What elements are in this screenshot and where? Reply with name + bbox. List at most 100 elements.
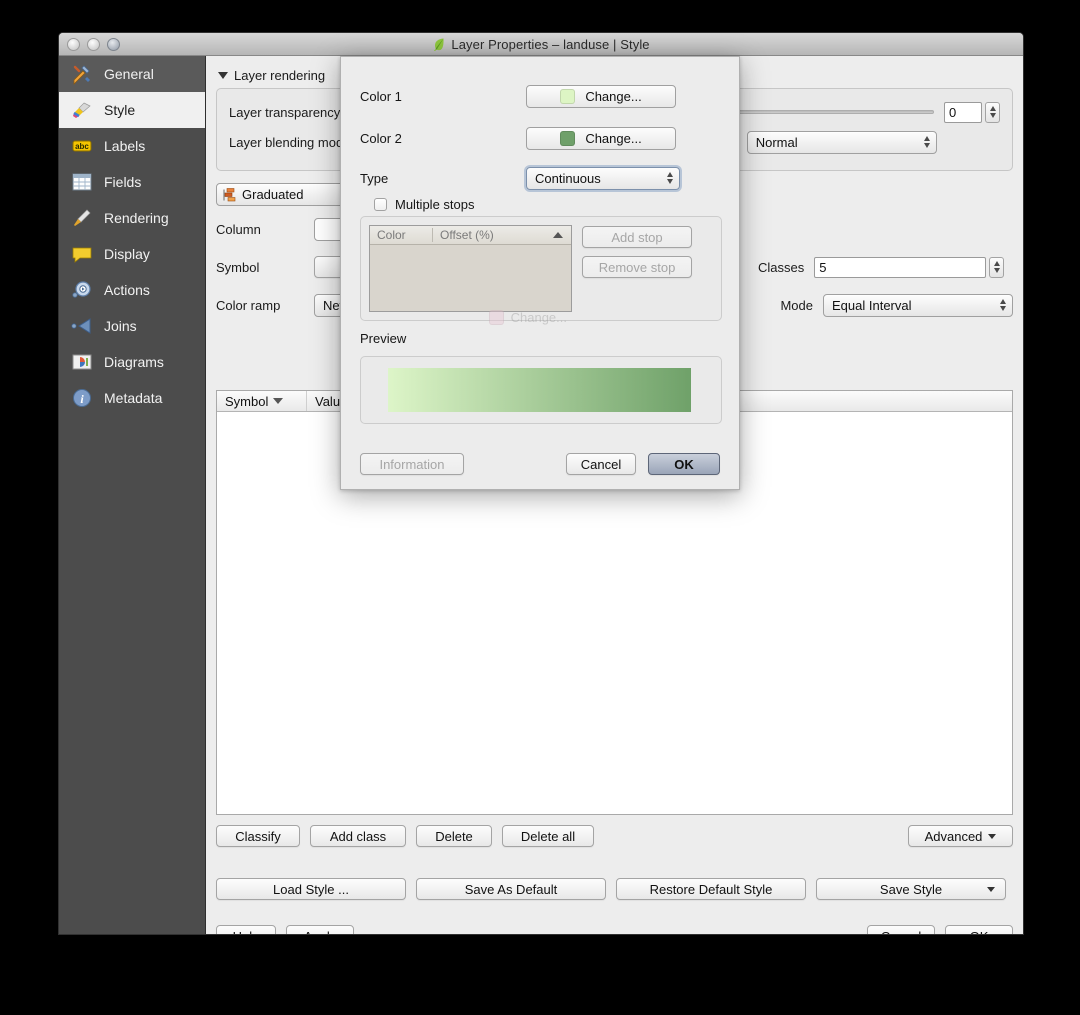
gradient-type-select[interactable]: Continuous — [526, 166, 680, 190]
delete-button[interactable]: Delete — [416, 825, 492, 847]
chevron-down-icon[interactable] — [989, 113, 996, 118]
multiple-stops-checkbox[interactable] — [374, 198, 387, 211]
gradient-preview-strip — [388, 368, 691, 412]
stops-table[interactable]: Color Offset (%) Change... — [369, 225, 572, 325]
type-label: Type — [360, 170, 389, 186]
color2-label: Color 2 — [360, 130, 402, 146]
sidebar-item-metadata[interactable]: i Metadata — [59, 380, 205, 416]
save-style-button[interactable]: Save Style — [816, 878, 1006, 900]
style-actions-row: Load Style ... Save As Default Restore D… — [216, 878, 1013, 900]
apply-button[interactable]: Apply — [286, 925, 354, 934]
dialog-cancel-button[interactable]: Cancel — [566, 453, 636, 475]
mode-label: Mode — [780, 297, 813, 313]
stops-table-header[interactable]: Color Offset (%) — [370, 226, 571, 245]
color2-swatch — [560, 130, 576, 146]
chart-icon — [72, 354, 92, 370]
window-controls[interactable] — [67, 38, 120, 51]
chevron-updown-icon — [923, 136, 930, 148]
sidebar-item-label: Actions — [104, 282, 150, 298]
color1-button-label: Change... — [585, 88, 642, 104]
stop-color-swatch — [488, 310, 504, 325]
sort-ascending-icon — [553, 232, 563, 238]
graduated-icon — [223, 187, 236, 201]
sidebar-item-actions[interactable]: Actions — [59, 272, 205, 308]
mode-value: Equal Interval — [832, 297, 912, 313]
remove-stop-button[interactable]: Remove stop — [582, 256, 692, 278]
classify-button[interactable]: Classify — [216, 825, 300, 847]
chevron-up-icon — [923, 136, 930, 141]
sidebar-item-display[interactable]: Display — [59, 236, 205, 272]
mode-select[interactable]: Equal Interval — [823, 293, 1013, 317]
chevron-down-icon — [1000, 306, 1006, 311]
ok-button[interactable]: OK — [945, 925, 1013, 934]
sidebar-item-fields[interactable]: Fields — [59, 164, 205, 200]
chevron-up-icon — [1000, 299, 1006, 304]
classes-input[interactable] — [814, 256, 987, 278]
stop-change-button: Change... — [488, 310, 567, 325]
advanced-label: Advanced — [924, 828, 983, 844]
sidebar-item-label: Fields — [104, 174, 142, 190]
broom-icon — [74, 209, 91, 226]
window-titlebar[interactable]: Layer Properties – landuse | Style — [59, 33, 1023, 56]
restore-default-style-button[interactable]: Restore Default Style — [616, 878, 806, 900]
sidebar-item-labels[interactable]: abc Labels — [59, 128, 205, 164]
sidebar-item-label: Joins — [104, 318, 137, 334]
svg-text:abc: abc — [75, 142, 89, 151]
stepper-arrows[interactable] — [989, 256, 1005, 278]
color1-label: Color 1 — [360, 88, 402, 104]
chevron-up-icon[interactable] — [989, 106, 996, 111]
add-class-button[interactable]: Add class — [310, 825, 406, 847]
chevron-up-icon[interactable] — [993, 261, 1000, 266]
settings-sidebar[interactable]: General Style abc Labels Fields Renderin… — [59, 56, 206, 934]
help-button[interactable]: Help — [216, 925, 276, 934]
advanced-button[interactable]: Advanced — [908, 825, 1013, 847]
gradient-type-value: Continuous — [535, 170, 601, 186]
sidebar-item-rendering[interactable]: Rendering — [59, 200, 205, 236]
sidebar-item-diagrams[interactable]: Diagrams — [59, 344, 205, 380]
transparency-input[interactable] — [944, 101, 982, 123]
color1-change-button[interactable]: Change... — [526, 84, 676, 108]
sidebar-item-label: Metadata — [104, 390, 163, 406]
sidebar-item-general[interactable]: General — [59, 56, 205, 92]
transparency-stepper[interactable] — [944, 101, 1000, 123]
stop-change-label: Change... — [510, 310, 567, 325]
load-style-button[interactable]: Load Style ... — [216, 878, 406, 900]
chevron-updown-icon — [667, 172, 673, 184]
close-button[interactable] — [67, 38, 80, 51]
chevron-down-icon — [923, 143, 930, 148]
table-icon — [72, 173, 92, 191]
feature-blending-value: Normal — [755, 134, 798, 150]
gradient-preview-group — [360, 356, 722, 424]
save-as-default-button[interactable]: Save As Default — [416, 878, 606, 900]
color1-swatch — [560, 88, 576, 104]
sidebar-item-label: Diagrams — [104, 354, 164, 370]
stops-table-body[interactable]: Change... — [370, 245, 571, 329]
zoom-button[interactable] — [107, 38, 120, 51]
column-header-label: Symbol — [225, 393, 269, 409]
sidebar-item-label: General — [104, 66, 154, 82]
stops-column-color: Color — [377, 228, 406, 242]
sidebar-item-joins[interactable]: Joins — [59, 308, 205, 344]
sort-descending-icon — [273, 398, 284, 404]
delete-all-button[interactable]: Delete all — [502, 825, 594, 847]
dialog-ok-button[interactable]: OK — [648, 453, 720, 475]
speech-bubble-icon — [72, 247, 92, 263]
preview-label: Preview — [360, 331, 407, 346]
cancel-button[interactable]: Cancel — [867, 925, 935, 934]
multiple-stops-row[interactable]: Multiple stops — [341, 197, 739, 212]
color2-change-button[interactable]: Change... — [526, 126, 676, 150]
chevron-down-icon — [988, 833, 997, 839]
add-stop-button[interactable]: Add stop — [582, 226, 692, 248]
minimize-button[interactable] — [87, 38, 100, 51]
classes-stepper[interactable] — [814, 256, 1005, 278]
sidebar-item-style[interactable]: Style — [59, 92, 205, 128]
feature-blending-select[interactable]: Normal — [746, 130, 937, 154]
stepper-arrows[interactable] — [985, 101, 1000, 123]
column-label: Column — [216, 221, 261, 237]
qgis-leaf-icon — [434, 38, 444, 51]
chevron-down-icon[interactable] — [218, 72, 228, 79]
column-header-symbol[interactable]: Symbol — [217, 391, 307, 411]
chevron-down-icon[interactable] — [993, 268, 1000, 273]
stop-actions: Add stop Remove stop — [582, 225, 692, 312]
information-button[interactable]: Information — [360, 453, 464, 475]
